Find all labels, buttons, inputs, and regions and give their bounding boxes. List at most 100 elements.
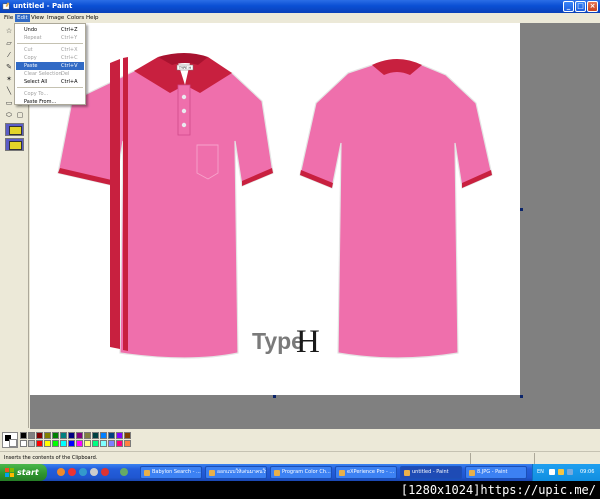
palette-swatch[interactable] [76, 440, 83, 447]
color-palette [0, 429, 600, 451]
airbrush-icon[interactable]: ✶ [4, 74, 14, 84]
close-button[interactable]: × [587, 1, 598, 12]
palette-swatch[interactable] [100, 432, 107, 439]
palette-swatch[interactable] [36, 440, 43, 447]
palette-swatch[interactable] [28, 440, 35, 447]
rectangle-tool-icon[interactable]: ▭ [4, 98, 14, 108]
palette-swatch[interactable] [84, 440, 91, 447]
title-bar[interactable]: untitled - Paint _ □ × [0, 0, 600, 13]
edit-menu-item-cut[interactable]: Cut Ctrl+X [16, 46, 84, 54]
canvas-workspace[interactable]: TYPE H Type H [30, 23, 600, 429]
palette-swatch[interactable] [28, 432, 35, 439]
quicklaunch-opera-icon[interactable] [68, 468, 76, 476]
palette-swatch[interactable] [108, 432, 115, 439]
ellipse-tool-icon[interactable]: ⬭ [4, 110, 14, 120]
menu-item-shortcut: Ctrl+C [61, 55, 78, 61]
maximize-button[interactable]: □ [575, 1, 586, 12]
minimize-button[interactable]: _ [563, 1, 574, 12]
language-indicator[interactable]: EN [537, 469, 544, 476]
palette-swatch[interactable] [92, 440, 99, 447]
palette-swatch[interactable] [60, 440, 67, 447]
resize-handle-bottom[interactable] [273, 395, 276, 398]
palette-swatch[interactable] [124, 432, 131, 439]
palette-swatch[interactable] [116, 432, 123, 439]
taskbar-button[interactable]: 8.JPG - Paint [465, 466, 527, 479]
palette-swatch[interactable] [60, 432, 67, 439]
edit-menu-item-select-all[interactable]: Select All Ctrl+A [16, 78, 84, 86]
taskbar: start Babylon Search - ... ออกแบบให้เด่นม… [0, 464, 600, 481]
quicklaunch-app-icon[interactable] [90, 468, 98, 476]
current-colors[interactable] [2, 432, 18, 448]
taskbar-button[interactable]: Babylon Search - ... [140, 466, 202, 479]
resize-handle-right[interactable] [520, 208, 523, 211]
menu-item-label: Repeat [24, 35, 42, 41]
task-app-icon [339, 470, 345, 476]
tray-volume-icon[interactable] [558, 469, 564, 475]
pencil-icon[interactable]: ✎ [4, 62, 14, 72]
back-shirt [299, 59, 493, 359]
quicklaunch-extra-icon[interactable] [120, 468, 128, 476]
start-button[interactable]: start [0, 464, 47, 481]
palette-swatch[interactable] [100, 440, 107, 447]
palette-swatch[interactable] [124, 440, 131, 447]
tool-option-transparent-icon[interactable] [5, 138, 24, 151]
palette-swatch[interactable] [20, 440, 27, 447]
palette-swatch[interactable] [68, 432, 75, 439]
edit-menu-item-copy-to[interactable]: Copy To... [16, 90, 84, 98]
tray-network-icon[interactable] [549, 469, 555, 475]
menu-item-shortcut: Ctrl+Y [61, 35, 78, 41]
edit-menu-dropdown: Undo Ctrl+Z Repeat Ctrl+Y Cut Ctrl+X Copy Ctrl+… [14, 23, 86, 105]
color-picker-icon[interactable]: ⁄ [4, 50, 14, 60]
palette-swatch[interactable] [36, 432, 43, 439]
menu-help[interactable]: Help [84, 14, 101, 22]
shirt-illustration: TYPE H Type H [57, 53, 493, 360]
quicklaunch-media-icon[interactable] [101, 468, 109, 476]
palette-swatch[interactable] [108, 440, 115, 447]
menu-edit[interactable]: Edit [15, 14, 30, 22]
stripe-wide [110, 59, 120, 349]
menu-item-label: Cut [24, 47, 33, 53]
quicklaunch-firefox-icon[interactable] [57, 468, 65, 476]
edit-menu-item-paste[interactable]: Paste Ctrl+V [16, 62, 84, 70]
menu-item-label: Undo [24, 27, 38, 33]
menu-view[interactable]: View [29, 14, 46, 22]
edit-menu-item-copy[interactable]: Copy Ctrl+C [16, 54, 84, 62]
menu-file[interactable]: File [2, 14, 15, 22]
taskbar-button[interactable]: untitled - Paint [400, 466, 462, 479]
tray-security-icon[interactable] [567, 469, 573, 475]
palette-swatch[interactable] [52, 440, 59, 447]
taskbar-button[interactable]: Program Color Ch... [270, 466, 332, 479]
drawing-canvas[interactable]: TYPE H Type H [30, 23, 520, 395]
edit-menu-item-undo[interactable]: Undo Ctrl+Z [16, 26, 84, 34]
resize-handle-corner[interactable] [520, 395, 523, 398]
palette-swatch[interactable] [84, 432, 91, 439]
palette-swatch[interactable] [44, 432, 51, 439]
status-text: Inserts the contents of the Clipboard. [4, 455, 98, 461]
stripe-narrow [123, 57, 128, 351]
button-1 [181, 94, 187, 100]
palette-swatch[interactable] [92, 432, 99, 439]
edit-menu-item-paste-from[interactable]: Paste From... [16, 98, 84, 106]
rounded-rect-tool-icon[interactable]: ▢ [15, 110, 25, 120]
task-app-icon [469, 470, 475, 476]
edit-menu-item-repeat[interactable]: Repeat Ctrl+Y [16, 34, 84, 42]
palette-swatch[interactable] [116, 440, 123, 447]
menu-item-label: Paste [24, 63, 38, 69]
menu-image[interactable]: Image [45, 14, 66, 22]
tool-option-opaque-icon[interactable] [5, 123, 24, 136]
palette-swatch[interactable] [44, 440, 51, 447]
palette-swatch[interactable] [52, 432, 59, 439]
eraser-icon[interactable]: ▱ [4, 38, 14, 48]
taskbar-button[interactable]: eXPerience Pro - ... [335, 466, 397, 479]
free-select-icon[interactable]: ☆ [4, 26, 14, 36]
button-2 [181, 108, 187, 114]
taskbar-button[interactable]: ออกแบบให้เด่นมาคนใน... [205, 466, 267, 479]
task-label: 8.JPG - Paint [477, 469, 508, 475]
edit-menu-item-clear-selection[interactable]: Clear Selection Del [16, 70, 84, 78]
palette-swatch[interactable] [20, 432, 27, 439]
quicklaunch-ie-icon[interactable] [79, 468, 87, 476]
palette-swatch[interactable] [68, 440, 75, 447]
menu-item-shortcut: Ctrl+A [61, 79, 78, 85]
line-tool-icon[interactable]: ╲ [4, 86, 14, 96]
palette-swatch[interactable] [76, 432, 83, 439]
